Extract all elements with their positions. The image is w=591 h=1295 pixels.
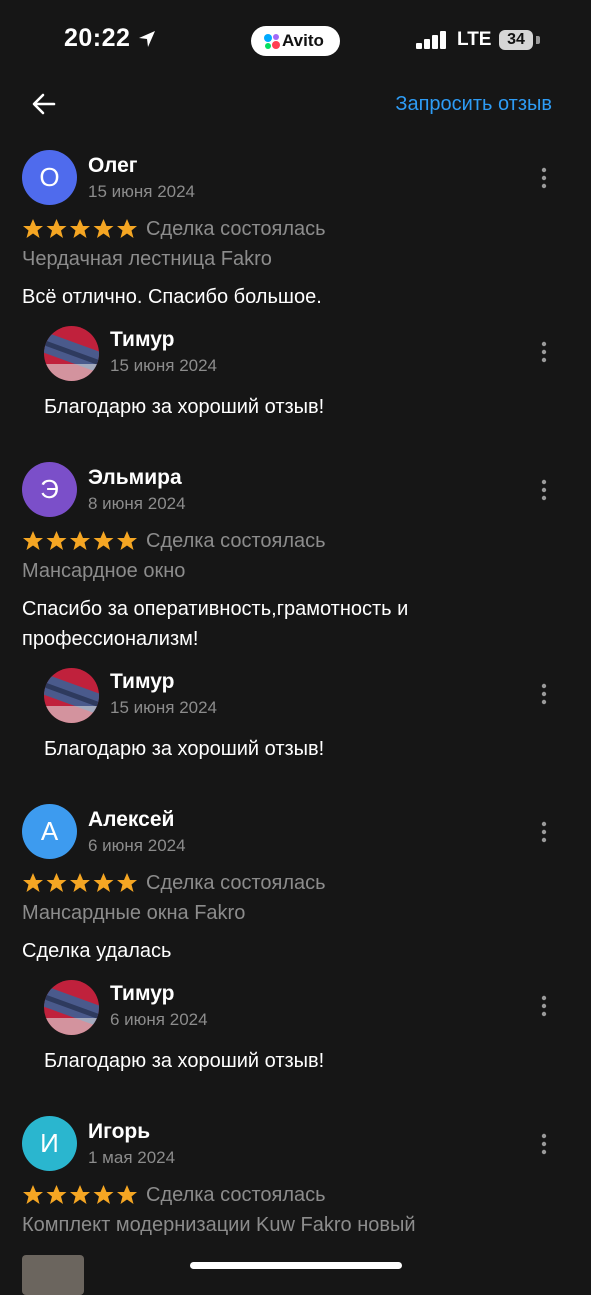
deal-status: Сделка состоялась	[146, 872, 326, 894]
battery-icon: 34	[499, 30, 533, 50]
home-indicator[interactable]	[190, 1262, 402, 1269]
avatar[interactable]: И	[22, 1116, 77, 1171]
app-pill-label: Avito	[282, 31, 324, 50]
request-review-button[interactable]: Запросить отзыв	[395, 93, 552, 116]
more-vertical-icon[interactable]	[535, 341, 553, 363]
reviewer-name[interactable]: Олег	[88, 154, 138, 178]
rating-stars	[23, 873, 137, 892]
rating-stars	[23, 1185, 137, 1204]
reply-date: 15 июня 2024	[110, 698, 218, 717]
review-item[interactable]: Мансардные окна Fakro	[22, 902, 245, 925]
review-text: Спасибо за оперативность,грамотность и п…	[22, 598, 409, 650]
more-vertical-icon[interactable]	[535, 683, 553, 705]
reviewer-name[interactable]: Эльмира	[88, 466, 182, 490]
avatar-initial: И	[40, 1128, 59, 1158]
more-vertical-icon[interactable]	[535, 1133, 553, 1155]
reply-text: Благодарю за хороший отзыв!	[44, 1050, 325, 1072]
reply-text: Благодарю за хороший отзыв!	[44, 738, 325, 760]
review-date: 1 мая 2024	[88, 1148, 176, 1167]
review-date: 6 июня 2024	[88, 836, 186, 855]
seller-avatar-image	[44, 980, 99, 1035]
review-photo-thumbnail[interactable]	[22, 1255, 84, 1295]
more-vertical-icon[interactable]	[535, 821, 553, 843]
network-type: LTE	[457, 29, 492, 50]
reply-date: 15 июня 2024	[110, 356, 218, 375]
review-item[interactable]: Комплект модернизации Kuw Fakro новый	[22, 1214, 416, 1237]
seller-name[interactable]: Тимур	[110, 328, 174, 352]
more-vertical-icon[interactable]	[535, 167, 553, 189]
battery-tip	[536, 36, 540, 44]
avatar[interactable]: О	[22, 150, 77, 205]
deal-status: Сделка состоялась	[146, 1184, 326, 1206]
avatar-initial: А	[40, 816, 59, 846]
seller-avatar-image	[44, 668, 99, 723]
reply-text: Благодарю за хороший отзыв!	[44, 396, 325, 418]
review-item[interactable]: Мансардное окно	[22, 560, 185, 583]
review-text: Всё отлично. Спасибо большое.	[22, 286, 322, 308]
more-vertical-icon[interactable]	[535, 995, 553, 1017]
avatar-initial: О	[39, 162, 60, 192]
seller-avatar[interactable]	[44, 980, 99, 1035]
reviewer-name[interactable]: Игорь	[88, 1120, 150, 1144]
review-text: Сделка удалась	[22, 940, 172, 962]
seller-name[interactable]: Тимур	[110, 982, 174, 1006]
seller-name[interactable]: Тимур	[110, 670, 174, 694]
deal-status: Сделка состоялась	[146, 218, 326, 240]
avatar[interactable]: А	[22, 804, 77, 859]
rating-stars	[23, 531, 137, 550]
deal-status: Сделка состоялась	[146, 530, 326, 552]
signal-icon	[416, 31, 446, 49]
review-date: 15 июня 2024	[88, 182, 196, 201]
rating-stars	[23, 219, 137, 238]
battery-level: 34	[507, 31, 525, 48]
status-bar: 20:22 Avito LTE 34	[0, 0, 591, 80]
reviewer-name[interactable]: Алексей	[88, 808, 174, 832]
more-vertical-icon[interactable]	[535, 479, 553, 501]
app-indicator-pill[interactable]: Avito	[251, 26, 340, 56]
seller-avatar-image	[44, 326, 99, 381]
seller-avatar[interactable]	[44, 668, 99, 723]
status-time: 20:22	[64, 24, 131, 52]
reply-date: 6 июня 2024	[110, 1010, 208, 1029]
review-item[interactable]: Чердачная лестница Fakro	[22, 248, 272, 271]
avatar[interactable]: Э	[22, 462, 77, 517]
avito-logo-icon	[264, 34, 280, 49]
location-arrow-icon	[139, 31, 155, 47]
seller-avatar[interactable]	[44, 326, 99, 381]
avatar-initial: Э	[40, 474, 59, 504]
arrow-left-icon[interactable]	[30, 90, 58, 118]
review-date: 8 июня 2024	[88, 494, 186, 513]
